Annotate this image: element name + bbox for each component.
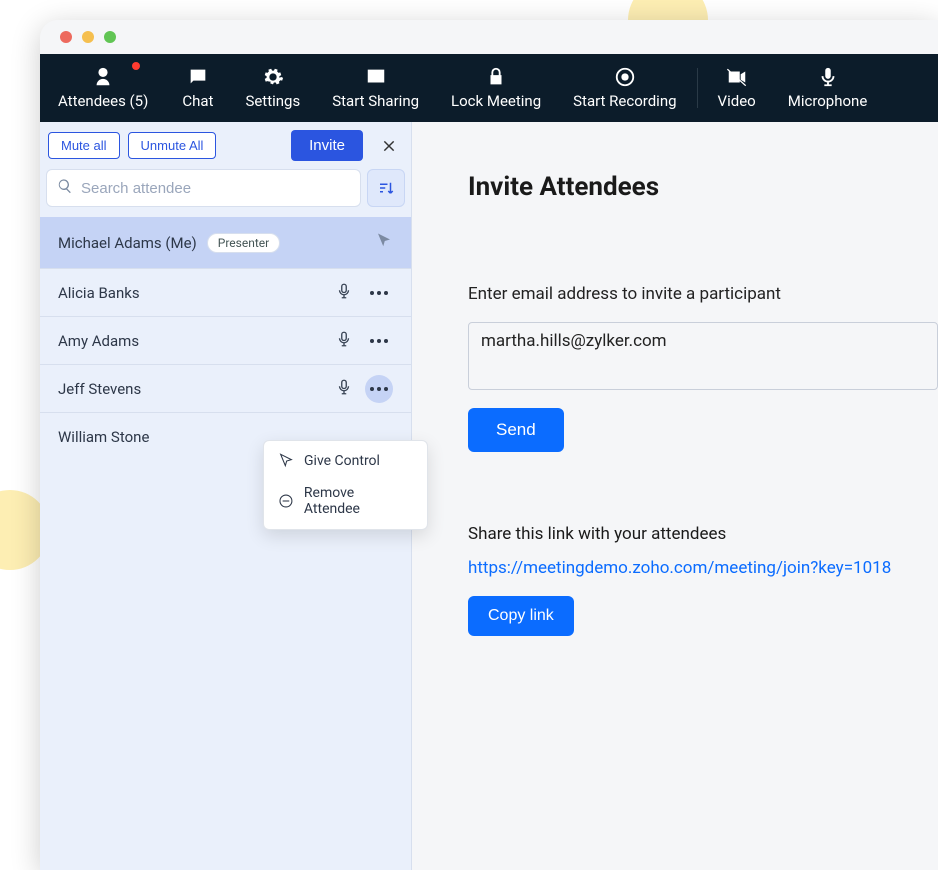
- share-link[interactable]: https://meetingdemo.zoho.com/meeting/joi…: [468, 558, 938, 578]
- menu-remove-attendee[interactable]: Remove Attendee: [264, 477, 427, 525]
- microphone-icon[interactable]: [335, 330, 353, 352]
- notification-dot-icon: [132, 62, 140, 70]
- sort-button[interactable]: [367, 169, 405, 207]
- toolbar-chat[interactable]: Chat: [166, 54, 229, 122]
- attendee-row[interactable]: Jeff Stevens: [40, 365, 411, 413]
- toolbar-chat-label: Chat: [182, 92, 213, 110]
- attendee-name: Amy Adams: [58, 332, 139, 350]
- window-minimize-button[interactable]: [82, 31, 94, 43]
- email-label: Enter email address to invite a particip…: [468, 284, 938, 304]
- microphone-icon: [817, 66, 839, 88]
- toolbar-lock-label: Lock Meeting: [451, 92, 541, 110]
- menu-label: Remove Attendee: [304, 485, 413, 517]
- toolbar-settings[interactable]: Settings: [229, 54, 316, 122]
- record-icon: [614, 66, 636, 88]
- attendee-name: Michael Adams (Me): [58, 234, 197, 252]
- email-value: martha.hills@zylker.com: [481, 331, 667, 351]
- attendee-row[interactable]: Alicia Banks: [40, 269, 411, 317]
- sort-icon: [377, 179, 395, 197]
- invite-title: Invite Attendees: [468, 172, 938, 202]
- unmute-all-button[interactable]: Unmute All: [128, 132, 217, 159]
- attendee-name: Jeff Stevens: [58, 380, 141, 398]
- more-icon: [370, 291, 388, 295]
- toolbar-attendees-label: Attendees (5): [58, 92, 148, 110]
- search-wrapper: [46, 169, 361, 207]
- invite-button[interactable]: Invite: [291, 130, 363, 161]
- toolbar-share-label: Start Sharing: [332, 92, 419, 110]
- email-input[interactable]: martha.hills@zylker.com: [468, 322, 938, 390]
- attendee-row-me[interactable]: Michael Adams (Me) Presenter: [40, 217, 411, 269]
- close-panel-button[interactable]: [375, 132, 403, 160]
- window-maximize-button[interactable]: [104, 31, 116, 43]
- attendees-panel: Mute all Unmute All Invite: [40, 122, 412, 870]
- invite-pane: Invite Attendees Enter email address to …: [412, 122, 938, 870]
- more-icon: [370, 387, 388, 391]
- toolbar-microphone-label: Microphone: [788, 92, 868, 110]
- toolbar-attendees[interactable]: Attendees (5): [40, 54, 166, 122]
- presenter-badge: Presenter: [207, 233, 280, 253]
- attendee-name: William Stone: [58, 428, 149, 446]
- more-icon: [370, 339, 388, 343]
- toolbar-lock[interactable]: Lock Meeting: [435, 54, 557, 122]
- panel-header: Mute all Unmute All Invite: [40, 122, 411, 169]
- attendee-context-menu: Give Control Remove Attendee: [263, 440, 428, 530]
- toolbar-record-label: Start Recording: [573, 92, 676, 110]
- share-label: Share this link with your attendees: [468, 524, 938, 544]
- cursor-icon: [278, 453, 294, 469]
- share-screen-icon: [365, 66, 387, 88]
- gear-icon: [262, 66, 284, 88]
- remove-icon: [278, 493, 294, 509]
- toolbar-video-label: Video: [718, 92, 756, 110]
- send-button[interactable]: Send: [468, 408, 564, 452]
- window-titlebar: [40, 20, 938, 54]
- window-close-button[interactable]: [60, 31, 72, 43]
- toolbar-microphone[interactable]: Microphone: [772, 54, 884, 122]
- main-toolbar: Attendees (5) Chat Settings Start Sharin…: [40, 54, 938, 122]
- lock-icon: [485, 66, 507, 88]
- copy-link-button[interactable]: Copy link: [468, 596, 574, 636]
- attendees-icon: [92, 66, 114, 88]
- toolbar-divider: [697, 68, 698, 108]
- microphone-icon[interactable]: [335, 378, 353, 400]
- close-icon: [382, 139, 396, 153]
- microphone-icon[interactable]: [335, 282, 353, 304]
- menu-give-control[interactable]: Give Control: [264, 445, 427, 477]
- toolbar-settings-label: Settings: [245, 92, 300, 110]
- cursor-icon: [375, 232, 393, 254]
- attendee-name: Alicia Banks: [58, 284, 140, 302]
- app-window: Attendees (5) Chat Settings Start Sharin…: [40, 20, 938, 870]
- menu-label: Give Control: [304, 453, 380, 469]
- video-off-icon: [726, 66, 748, 88]
- more-options-button[interactable]: [365, 375, 393, 403]
- more-options-button[interactable]: [365, 279, 393, 307]
- toolbar-share[interactable]: Start Sharing: [316, 54, 435, 122]
- attendee-row[interactable]: Amy Adams: [40, 317, 411, 365]
- mute-all-button[interactable]: Mute all: [48, 132, 120, 159]
- toolbar-record[interactable]: Start Recording: [557, 54, 692, 122]
- search-icon: [57, 178, 73, 198]
- chat-icon: [187, 66, 209, 88]
- toolbar-video[interactable]: Video: [702, 54, 772, 122]
- more-options-button[interactable]: [365, 327, 393, 355]
- search-input[interactable]: [81, 180, 350, 197]
